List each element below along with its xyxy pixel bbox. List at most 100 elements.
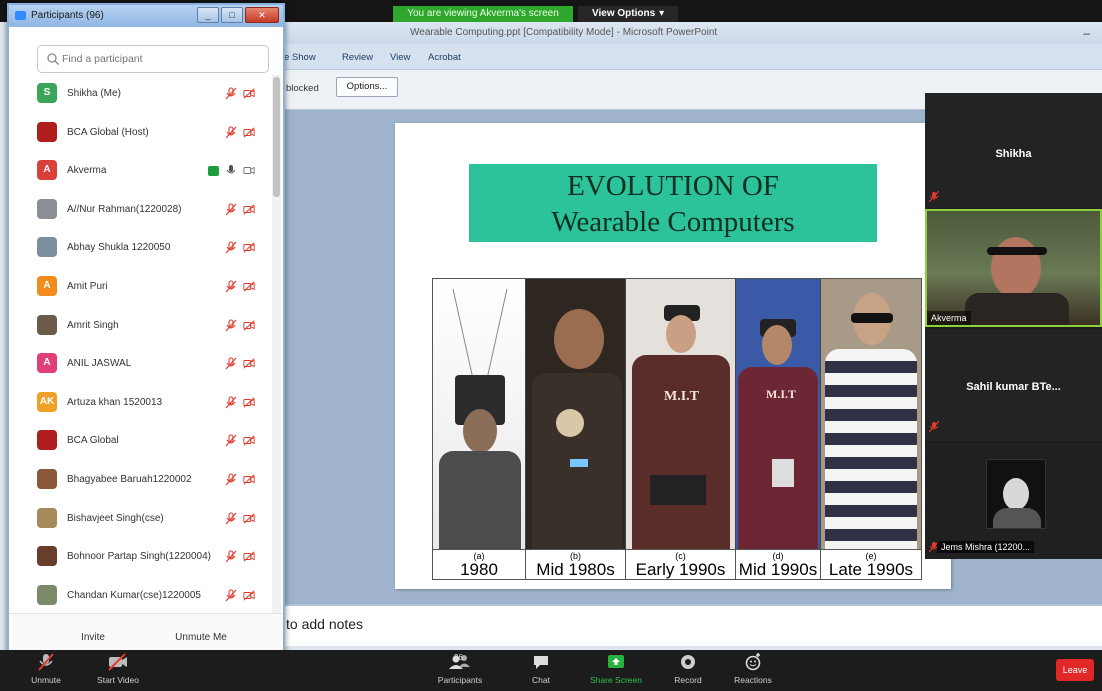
caption-1980: (a) 1980 [433, 550, 526, 579]
participants-window: Participants (96) _ □ ✕ S Shikha (Me) BCA … [7, 3, 285, 659]
participant-name: Artuza khan 1520013 [67, 396, 163, 408]
participant-row[interactable]: AK Artuza khan 1520013 [9, 384, 271, 423]
leave-button[interactable]: Leave [1056, 659, 1094, 681]
head-shape [463, 409, 497, 453]
camera-off-icon [243, 204, 255, 215]
ribbon-tab-view[interactable]: View [390, 52, 410, 63]
participant-name: Amit Puri [67, 280, 108, 292]
meeting-toolbar: Unmute Start Video 96 Participants Chat … [0, 650, 1102, 691]
chat-button[interactable]: Chat [526, 652, 556, 690]
ribbon-tab-slideshow[interactable]: e Show [284, 52, 316, 63]
reactions-label: Reactions [734, 675, 772, 685]
minimize-icon[interactable]: – [1083, 26, 1090, 40]
caption-era: Mid 1990s [738, 560, 818, 579]
ribbon-tab-review[interactable]: Review [342, 52, 373, 63]
record-icon [681, 655, 695, 669]
participant-status-icons [225, 203, 255, 216]
participant-row[interactable]: S Shikha (Me) [9, 75, 271, 114]
caption-era: Mid 1980s [536, 560, 615, 579]
mic-muted-icon [225, 241, 237, 254]
photo-1980 [433, 279, 526, 549]
camera-off-icon [243, 358, 255, 369]
avatar [37, 121, 57, 142]
start-video-button[interactable]: Start Video [90, 652, 146, 690]
participant-row[interactable]: Chandan Kumar(cse)1220005 [9, 577, 271, 613]
participant-row[interactable]: Bhagyabee Baruah1220002 [9, 461, 271, 500]
participant-row[interactable]: Bohnoor Partap Singh(1220004) [9, 538, 271, 577]
close-button[interactable]: ✕ [245, 7, 279, 23]
participant-name: BCA Global [67, 435, 119, 447]
headphones-shape [987, 247, 1047, 255]
video-tile-shikha[interactable]: Shikha [925, 93, 1102, 208]
minimize-button[interactable]: _ [197, 7, 219, 23]
participant-row[interactable]: A Akverma [9, 152, 271, 191]
view-options-button[interactable]: View Options ▾ [578, 6, 679, 22]
equipment-shape [650, 475, 706, 505]
head-shape [554, 309, 604, 369]
participants-button[interactable]: 96 Participants [430, 652, 490, 690]
video-tile-akverma[interactable]: Akverma [925, 209, 1102, 327]
unmute-button[interactable]: Unmute [26, 652, 66, 690]
participant-list: S Shikha (Me) BCA Global (Host) A Akverma A//… [9, 75, 271, 613]
participant-name: Chandan Kumar(cse)1220005 [67, 589, 201, 601]
avatar [37, 507, 57, 528]
avatar: S [37, 83, 57, 103]
participant-status-icons [225, 319, 255, 332]
share-screen-button[interactable]: Share Screen [588, 652, 644, 690]
participant-name: Bhagyabee Baruah1220002 [67, 473, 192, 485]
participants-titlebar[interactable]: Participants (96) _ □ ✕ [9, 5, 283, 27]
camera-off-icon [243, 435, 255, 446]
body-shape [993, 508, 1041, 528]
notes-pane[interactable]: to add notes [280, 604, 1102, 646]
participant-row[interactable]: BCA Global (Host) [9, 114, 271, 153]
powerpoint-titlebar: Wearable Computing.ppt [Compatibility Mo… [280, 22, 1102, 44]
camera-off-icon [243, 551, 255, 562]
avatar [37, 430, 57, 451]
window-controls: _ □ ✕ [197, 7, 279, 23]
search-box[interactable] [37, 45, 269, 73]
participant-row[interactable]: A Amit Puri [9, 268, 271, 307]
ribbon-tab-acrobat[interactable]: Acrobat [428, 52, 461, 63]
options-button[interactable]: Options... [336, 77, 398, 97]
participant-name: ANIL JASWAL [67, 358, 132, 370]
participant-name: Bohnoor Partap Singh(1220004) [67, 551, 211, 563]
participant-row[interactable]: A//Nur Rahman(1220028) [9, 191, 271, 230]
chat-icon [534, 656, 548, 669]
participant-list-scrollbar[interactable] [272, 75, 281, 613]
participant-status-icons [225, 126, 255, 139]
participant-status-icons [225, 473, 255, 486]
reactions-button[interactable]: Reactions [728, 652, 778, 690]
participant-row[interactable]: Amrit Singh [9, 307, 271, 346]
participant-row[interactable]: Abhay Shukla 1220050 [9, 229, 271, 268]
video-tile-jems[interactable]: Jems Mishra (12200... [925, 443, 1102, 559]
unmute-label: Unmute [31, 675, 61, 685]
record-button[interactable]: Record [668, 652, 708, 690]
participant-name: Abhay Shukla 1220050 [67, 242, 171, 254]
caption-late-1990s: (e) Late 1990s [821, 550, 921, 579]
invite-button[interactable]: Invite [71, 628, 115, 648]
tile-name: Jems Mishra (12200... [937, 541, 1035, 553]
participant-name: BCA Global (Host) [67, 126, 149, 138]
search-input[interactable] [62, 50, 262, 68]
video-gallery-strip: Shikha Akverma Sahil kumar BTe... Jems M… [925, 93, 1102, 559]
maximize-button[interactable]: □ [221, 7, 243, 23]
camera-off-icon [243, 127, 255, 138]
screen-glow-shape [570, 459, 588, 467]
scrollbar-thumb[interactable] [273, 77, 280, 197]
participant-row[interactable]: Bishavjeet Singh(cse) [9, 500, 271, 539]
video-tile-sahil[interactable]: Sahil kumar BTe... [925, 329, 1102, 441]
blocked-message: blocked [286, 83, 319, 94]
mit-text-shape: M.I.T [766, 387, 796, 401]
camera-off-icon [243, 88, 255, 99]
participant-status-icons [225, 357, 255, 370]
unmute-me-button[interactable]: Unmute Me [161, 628, 241, 648]
photo-late-1990s [821, 279, 921, 549]
participant-name: Bishavjeet Singh(cse) [67, 512, 164, 524]
chat-label: Chat [532, 675, 550, 685]
camera-icon [243, 166, 255, 175]
participant-row[interactable]: A ANIL JASWAL [9, 345, 271, 384]
caption-era: Early 1990s [635, 560, 726, 579]
participant-row[interactable]: BCA Global [9, 422, 271, 461]
participant-name: A//Nur Rahman(1220028) [67, 203, 182, 215]
participant-status-icons [225, 87, 255, 100]
